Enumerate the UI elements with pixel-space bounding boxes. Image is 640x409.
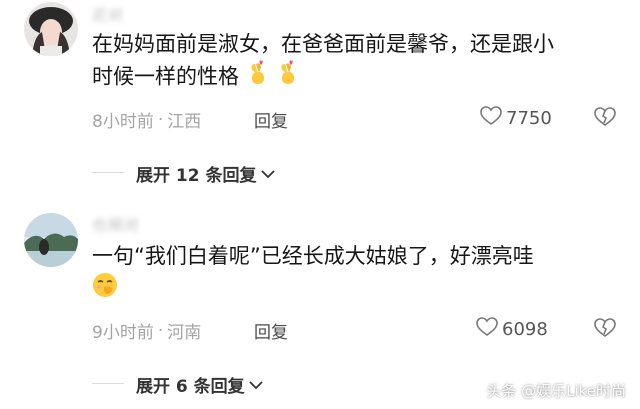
username[interactable]: 近对 <box>92 4 124 25</box>
separator-dot: · <box>157 320 164 341</box>
dislike-button[interactable] <box>594 318 616 342</box>
like-button[interactable]: 6098 <box>476 317 548 342</box>
separator-dot: · <box>157 109 164 130</box>
reply-button[interactable]: 回复 <box>254 318 288 343</box>
heart-icon <box>476 317 498 342</box>
chevron-down-icon <box>249 375 263 395</box>
timestamp: 9小时前 <box>92 323 154 343</box>
expand-replies-label: 展开 12 条回复 <box>136 166 257 186</box>
username[interactable]: 也频对 <box>92 214 140 235</box>
avatar[interactable] <box>24 2 78 56</box>
comment-text: 在妈妈面前是淑女，在爸爸面前是馨爷，还是跟小 时候一样的性格 <box>92 28 632 95</box>
comment-text: 一句“我们白着呢”已经长成大姑娘了，好漂亮哇 <box>92 240 632 307</box>
like-count: 7750 <box>506 108 552 129</box>
location: 河南 <box>167 323 202 343</box>
avatar[interactable] <box>24 213 78 267</box>
dislike-button[interactable] <box>594 107 616 131</box>
hand-over-mouth-emoji <box>92 272 118 307</box>
reply-button[interactable]: 回复 <box>254 107 288 132</box>
comment-meta: 8小时前 · 江西 <box>92 107 202 133</box>
watermark-text: 头条 @娱乐Like时尚 <box>486 382 626 400</box>
watermark: 头条 @娱乐Like时尚 <box>486 380 626 401</box>
broken-heart-icon <box>594 318 616 337</box>
expand-replies-label: 展开 6 条回复 <box>136 377 245 397</box>
like-button[interactable]: 7750 <box>480 106 552 131</box>
heart-icon <box>480 106 502 131</box>
finger-heart-emoji <box>246 60 270 95</box>
finger-heart-emoji <box>276 60 300 95</box>
location: 江西 <box>167 112 202 132</box>
chevron-down-icon <box>260 164 275 184</box>
broken-heart-icon <box>594 107 616 126</box>
comment-meta: 9小时前 · 河南 <box>92 318 202 344</box>
comment-text-line: 时候一样的性格 <box>92 60 632 95</box>
expand-replies-button[interactable]: 展开 12 条回复 <box>136 161 275 186</box>
comment-text-line-2: 时候一样的性格 <box>92 64 239 89</box>
expand-replies-button[interactable]: 展开 6 条回复 <box>136 372 263 397</box>
comment-text-line <box>92 272 632 307</box>
timestamp: 8小时前 <box>92 112 154 132</box>
comment-text-line: 一句“我们白着呢”已经长成大姑娘了，好漂亮哇 <box>92 244 534 268</box>
divider-line <box>92 172 124 173</box>
comment-text-line: 在妈妈面前是淑女，在爸爸面前是馨爷，还是跟小 <box>92 32 554 56</box>
divider-line <box>92 383 124 384</box>
like-count: 6098 <box>502 319 548 340</box>
